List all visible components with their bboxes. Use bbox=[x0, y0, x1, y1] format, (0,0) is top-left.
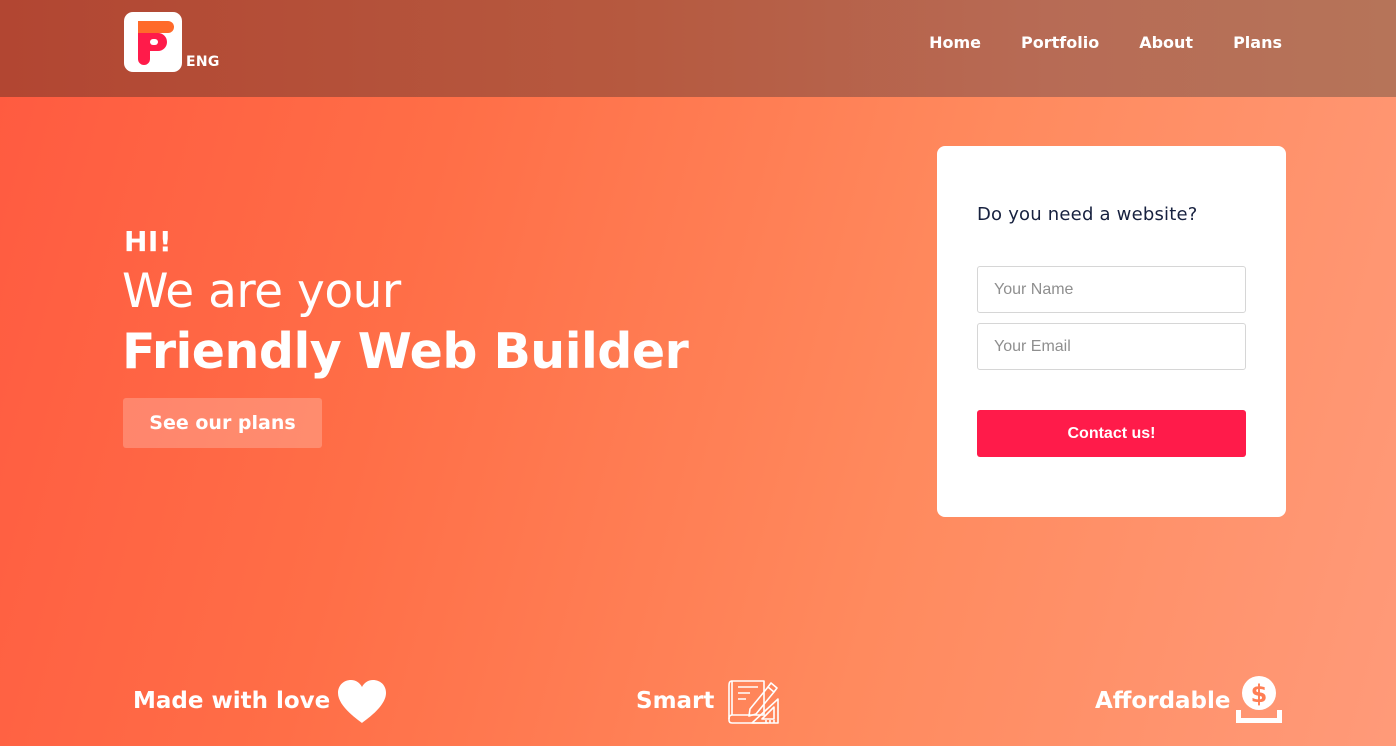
logo[interactable] bbox=[124, 12, 182, 72]
hero-headline-line1: We are your bbox=[122, 264, 401, 319]
feature-label: Smart bbox=[636, 688, 715, 714]
nav-portfolio[interactable]: Portfolio bbox=[1021, 33, 1099, 53]
blueprint-icon bbox=[728, 680, 780, 724]
see-plans-button[interactable]: See our plans bbox=[123, 398, 322, 448]
money-icon: $ bbox=[1235, 676, 1282, 723]
feature-affordable: Affordable $ bbox=[1095, 676, 1285, 726]
feature-label: Affordable bbox=[1095, 688, 1231, 714]
email-field[interactable] bbox=[977, 323, 1246, 370]
nav-home[interactable]: Home bbox=[929, 33, 981, 53]
nav-plans[interactable]: Plans bbox=[1233, 33, 1282, 53]
contact-card-title: Do you need a website? bbox=[977, 204, 1198, 225]
contact-card: Do you need a website? Contact us! bbox=[937, 146, 1286, 517]
feature-made-with-love: Made with love bbox=[133, 676, 390, 726]
hero-greeting: HI! bbox=[124, 225, 173, 258]
contact-us-button[interactable]: Contact us! bbox=[977, 410, 1246, 457]
svg-text:$: $ bbox=[1250, 680, 1267, 708]
feature-smart: Smart bbox=[636, 676, 782, 726]
main-nav: Home Portfolio About Plans bbox=[889, 33, 1282, 53]
logo-f-icon bbox=[138, 21, 174, 65]
nav-about[interactable]: About bbox=[1139, 33, 1193, 53]
language-label[interactable]: ENG bbox=[186, 54, 220, 70]
name-field[interactable] bbox=[977, 266, 1246, 313]
site-header: ENG Home Portfolio About Plans bbox=[0, 0, 1396, 97]
feature-label: Made with love bbox=[133, 688, 331, 714]
heart-icon bbox=[338, 680, 387, 723]
hero-headline-line2: Friendly Web Builder bbox=[122, 323, 689, 380]
